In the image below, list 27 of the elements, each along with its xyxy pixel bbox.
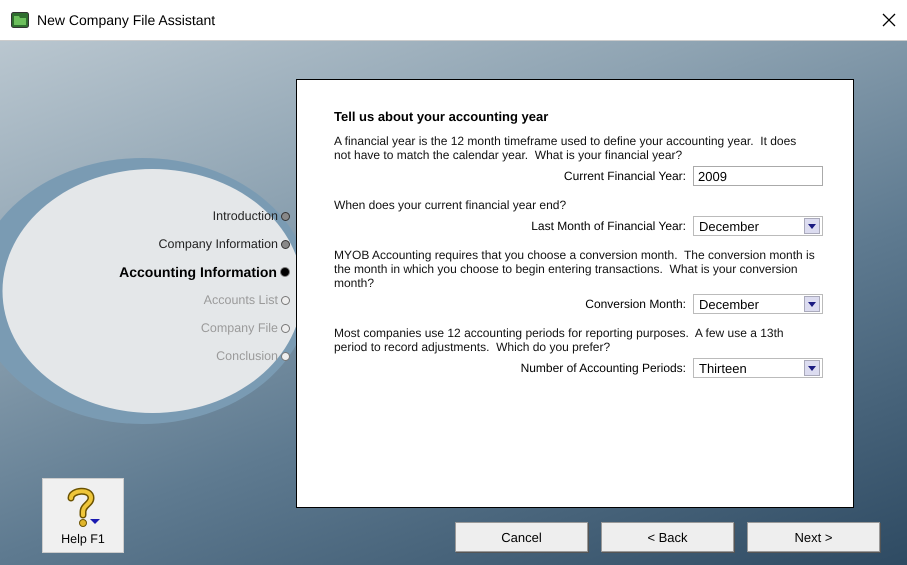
field-label: Current Financial Year: [564,169,686,183]
panel-heading: Tell us about your accounting year [334,109,550,124]
field-label: Conversion Month: [585,297,686,311]
step-label: Conclusion [216,349,278,363]
question-mark-icon [68,488,100,527]
step-label: Accounts List [204,293,278,307]
dropdown[interactable]: Thirteen [693,358,823,378]
dropdown[interactable]: December [693,294,823,314]
step-label: Company File [200,321,278,335]
field-label: Number of Accounting Periods: [520,361,686,375]
step-label: Company Information [158,237,278,251]
wizard-button[interactable]: Next > [747,522,880,552]
step-label: Introduction [212,209,278,223]
help-button[interactable]: Help F1 [42,478,124,553]
question-text: A financial year is the 12 month timeframe used to define your accounting year. It does not have to match the calendar year. What is your financial year? [334,134,798,162]
window-title: New Company File Assistant [37,12,216,28]
wizard-button[interactable]: < Back [601,522,734,552]
question-text: MYOB Accounting requires that you choose a conversion month. The conversion month is the month in which you choose to begin entering transactions. What is your conversion month? [334,248,816,290]
app-icon [11,12,29,28]
question-text: Most companies use 12 accounting periods for reporting purposes. A few use a 13th period to record adjustments. Which do you prefer? [334,326,785,354]
dropdown[interactable]: December [693,216,823,236]
year-input[interactable]: 2009 [693,166,823,186]
step-label: Accounting Information [119,264,277,280]
close-icon[interactable] [881,12,897,28]
question-text: When does your current financial year end? [334,198,568,212]
wizard-button[interactable]: Cancel [455,522,588,552]
field-label: Last Month of Financial Year: [531,219,686,233]
